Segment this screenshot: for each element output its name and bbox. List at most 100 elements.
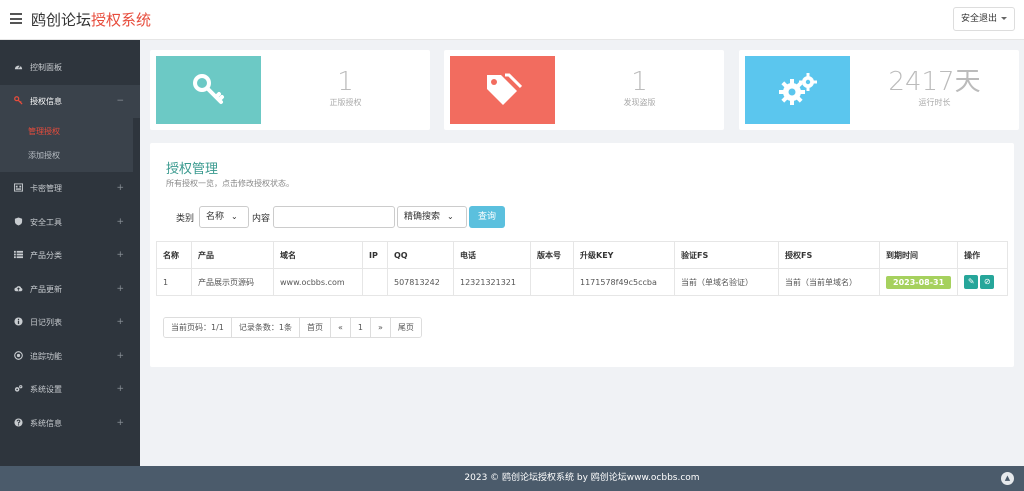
- license-table: 名称 产品 域名 IP QQ 电话 版本号 升级KEY 验证FS 授权FS 到期…: [156, 241, 1008, 296]
- column-header: 到期时间: [878, 241, 959, 269]
- footer: 2023 © 鸥创论坛授权系统 by 鸥创论坛www.ocbbs.com ▲: [140, 466, 1024, 491]
- category-label: 类别: [176, 213, 195, 224]
- stat-value: 1: [631, 67, 648, 97]
- table-row: 1 产品展示页源码 www.ocbbs.com 507813242 123213…: [156, 268, 1008, 296]
- key-icon: [192, 74, 224, 104]
- shield-icon: [14, 216, 23, 226]
- key-icon: [14, 95, 23, 105]
- column-header: 产品: [191, 241, 274, 269]
- column-header: 名称: [156, 241, 192, 269]
- column-header: IP: [362, 241, 388, 269]
- search-button[interactable]: 查询: [469, 206, 506, 228]
- sidebar-item-logs[interactable]: 日记列表 +: [0, 306, 140, 340]
- stat-label: 正版授权: [329, 98, 362, 107]
- sidebar-item-settings[interactable]: 系统设置 +: [0, 373, 140, 407]
- expand-icon: +: [116, 384, 124, 394]
- cell-actions: ✎ ⊘: [957, 268, 1008, 296]
- expand-icon: +: [116, 350, 124, 361]
- cell-domain: www.ocbbs.com: [273, 268, 363, 296]
- pagination: 当前页码：1/1 记录条数：1条 首页 « 1 » 尾页: [163, 317, 422, 338]
- disable-icon[interactable]: ⊘: [980, 275, 995, 289]
- stat-iconbox: [745, 56, 850, 124]
- menu-toggle-icon[interactable]: [10, 13, 22, 24]
- cell-license-fs: 当前（当前单域名）: [778, 268, 880, 296]
- info-icon: [14, 317, 23, 326]
- column-header: 升级KEY: [573, 241, 675, 269]
- column-header: 版本号: [530, 241, 574, 269]
- stat-card-piracy: 1 发现盗版: [444, 50, 724, 130]
- cell-expiry: 2023-08-31: [878, 268, 959, 296]
- caret-down-icon: [1001, 17, 1007, 20]
- search-input[interactable]: [273, 206, 396, 228]
- pagination-first[interactable]: 首页: [299, 318, 331, 337]
- expand-icon: +: [116, 283, 124, 294]
- tags-icon: [486, 73, 522, 105]
- cell-version: [530, 268, 574, 296]
- list-icon: [14, 250, 23, 259]
- scroll-top-icon[interactable]: ▲: [1001, 472, 1014, 485]
- logout-button[interactable]: 安全退出: [952, 7, 1015, 31]
- gears-icon: [14, 385, 23, 392]
- sidebar-item-cards[interactable]: 卡密管理 +: [0, 172, 140, 206]
- stat-label: 运行时长: [918, 98, 951, 107]
- content-label: 内容: [252, 213, 271, 224]
- brand-title: 鸥创论坛授权系统: [31, 11, 152, 29]
- stat-value: 1: [337, 67, 354, 97]
- cell-ip: [362, 268, 388, 296]
- sidebar-item-security[interactable]: 安全工具 +: [0, 206, 140, 240]
- sidebar-item-tracking[interactable]: 追踪功能 +: [0, 340, 140, 374]
- column-header: 电话: [453, 241, 531, 269]
- pagination-last[interactable]: 尾页: [390, 318, 421, 337]
- top-bar: 鸥创论坛授权系统 安全退出: [0, 0, 1024, 40]
- cell-qq: 507813242: [387, 268, 454, 296]
- cell-phone: 12321321321: [453, 268, 531, 296]
- sidebar-item-license-info[interactable]: 授权信息 −: [0, 84, 140, 118]
- expand-icon: +: [116, 417, 124, 428]
- column-header: 操作: [957, 241, 1008, 269]
- cell-verify-fs: 当前（单域名验证）: [674, 268, 779, 296]
- column-header: 验证FS: [674, 241, 779, 269]
- expiry-badge: 2023-08-31: [886, 275, 952, 289]
- pagination-next[interactable]: »: [370, 318, 391, 337]
- license-panel: 授权管理 所有授权一览，点击修改授权状态。 类别 名称 ⌄ 内容 精确搜索 ⌄ 查询…: [150, 143, 1014, 367]
- page-subtitle: 所有授权一览，点击修改授权状态。: [166, 179, 294, 188]
- expand-icon: +: [116, 216, 124, 227]
- pagination-prev[interactable]: «: [330, 318, 351, 337]
- chevron-down-icon: ⌄: [231, 212, 238, 221]
- sidebar-item-categories[interactable]: 产品分类 +: [0, 239, 140, 273]
- column-header: 域名: [273, 241, 363, 269]
- cell-name: 1: [156, 268, 192, 296]
- cell-product: 产品展示页源码: [191, 268, 274, 296]
- sidebar-item-dashboard[interactable]: 控制面板: [0, 51, 140, 85]
- stat-iconbox: [450, 56, 555, 124]
- footer-text: 2023 © 鸥创论坛授权系统 by 鸥创论坛www.ocbbs.com: [464, 473, 700, 483]
- barcode-icon: [14, 183, 23, 192]
- search-mode-select[interactable]: 精确搜索 ⌄: [397, 206, 468, 228]
- chevron-down-icon: ⌄: [447, 212, 454, 221]
- stat-label: 发现盗版: [623, 98, 656, 107]
- stat-card-uptime: 2417天 运行时长: [739, 50, 1019, 130]
- expand-icon: +: [116, 250, 124, 260]
- cell-upgrade-key: 1171578f49c5ccba: [573, 268, 675, 296]
- gears-icon: [778, 73, 817, 105]
- search-filter: 类别 名称 ⌄ 内容 精确搜索 ⌄ 查询: [176, 205, 506, 229]
- table-header-row: 名称 产品 域名 IP QQ 电话 版本号 升级KEY 验证FS 授权FS 到期…: [156, 241, 1008, 269]
- stat-card-genuine: 1 正版授权: [150, 50, 430, 130]
- sidebar-subitem-manage[interactable]: 管理授权: [0, 120, 133, 144]
- dashboard-icon: [14, 65, 23, 70]
- collapse-icon: −: [116, 95, 124, 106]
- edit-icon[interactable]: ✎: [964, 275, 979, 289]
- page-title: 授权管理: [166, 162, 219, 177]
- column-header: 授权FS: [778, 241, 880, 269]
- stat-value: 2417天: [888, 67, 981, 97]
- sidebar-subitem-add[interactable]: 添加授权: [0, 144, 133, 168]
- pagination-page[interactable]: 1: [350, 318, 371, 337]
- sidebar-item-system-info[interactable]: 系统信息 +: [0, 407, 140, 441]
- target-icon: [14, 350, 23, 360]
- sidebar-item-updates[interactable]: 产品更新 +: [0, 273, 140, 307]
- cloud-upload-icon: [14, 285, 23, 291]
- category-select[interactable]: 名称 ⌄: [199, 206, 250, 228]
- pagination-records: 记录条数：1条: [231, 318, 300, 337]
- pagination-current: 当前页码：1/1: [164, 318, 232, 337]
- expand-icon: +: [116, 317, 124, 327]
